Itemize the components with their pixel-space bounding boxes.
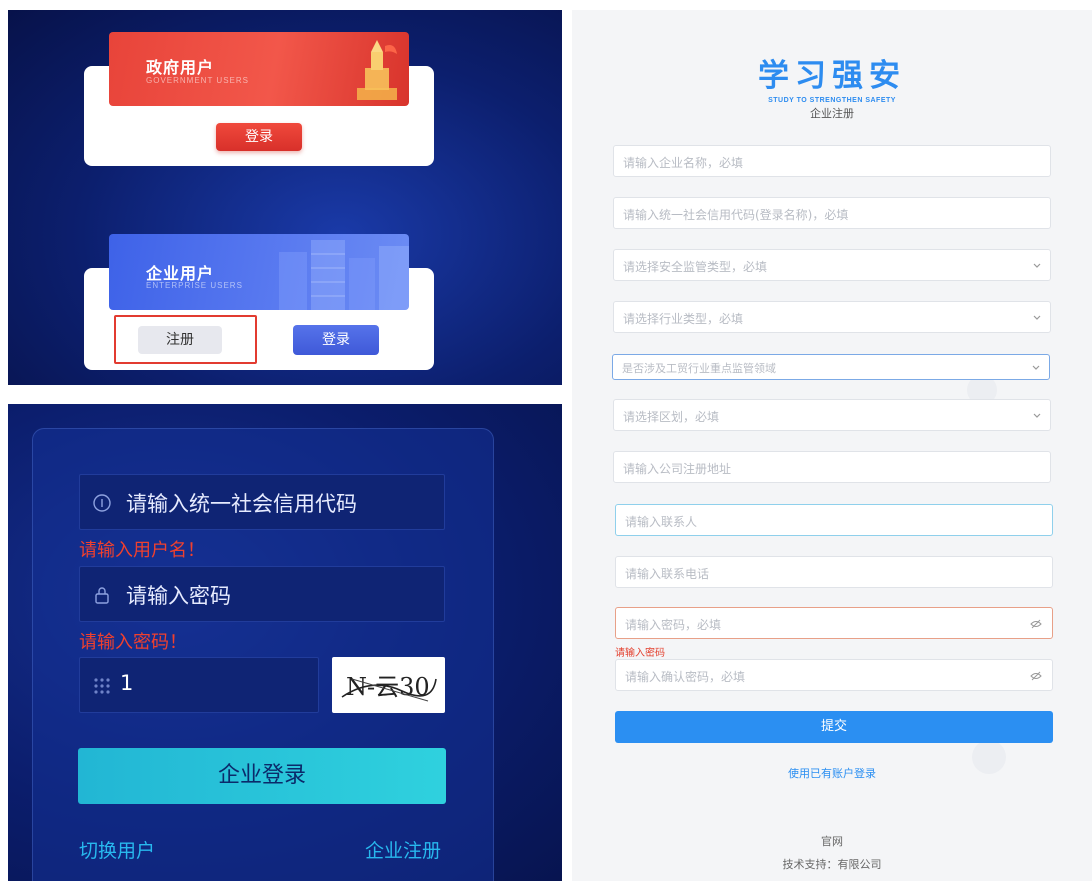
enterprise-login-submit[interactable]: 企业登录 <box>78 748 446 804</box>
registration-panel: 学习强安 STUDY TO STRENGTHEN SAFETY 企业注册 请输入… <box>572 10 1092 881</box>
credit-code-placeholder: 请输入统一社会信用代码 <box>126 492 357 516</box>
supervision-type-placeholder: 请选择安全监管类型，必填 <box>623 260 768 274</box>
phone-placeholder: 请输入联系电话 <box>625 567 710 581</box>
contact-input[interactable]: 请输入联系人 <box>615 504 1053 536</box>
page-subtitle: 企业注册 <box>810 107 854 120</box>
chevron-down-icon <box>1032 365 1040 370</box>
district-select[interactable]: 请选择区划，必填 <box>613 399 1051 431</box>
gov-user-subtitle: GOVERNMENT USERS <box>146 76 249 85</box>
industry-type-select[interactable]: 请选择行业类型，必填 <box>613 301 1051 333</box>
enterprise-login-panel: 请输入统一社会信用代码 请输入用户名！ 请输入密码 请输入密码！ 1 N-云30 <box>8 404 562 881</box>
address-placeholder: 请输入公司注册地址 <box>623 462 732 476</box>
gov-login-button[interactable]: 登录 <box>216 123 302 151</box>
credit-code-field[interactable]: 请输入统一社会信用代码(登录名称)，必填 <box>613 197 1051 229</box>
submit-button[interactable]: 提交 <box>615 711 1053 743</box>
captcha-value: 1 <box>120 671 134 695</box>
key-domain-placeholder: 是否涉及工贸行业重点监管领域 <box>622 362 776 375</box>
gov-user-banner: 政府用户 GOVERNMENT USERS <box>109 32 409 106</box>
password-error: 请输入密码！ <box>79 632 187 653</box>
register-highlight-box <box>114 315 257 364</box>
gov-user-title: 政府用户 <box>146 58 215 77</box>
password-input[interactable]: 请输入密码 <box>79 566 445 622</box>
enterprise-register-link[interactable]: 企业注册 <box>365 836 441 863</box>
district-placeholder: 请选择区划，必填 <box>623 410 720 424</box>
phone-input[interactable]: 请输入联系电话 <box>615 556 1053 588</box>
supervision-type-select[interactable]: 请选择安全监管类型，必填 <box>613 249 1051 281</box>
enterprise-user-subtitle: ENTERPRISE USERS <box>146 281 243 290</box>
switch-user-link[interactable]: 切换用户 <box>79 836 155 863</box>
lock-icon <box>95 587 109 604</box>
monument-icon <box>357 40 397 100</box>
confirm-password-input[interactable]: 请输入确认密码，必填 <box>615 659 1053 691</box>
confirm-password-placeholder: 请输入确认密码，必填 <box>625 670 746 684</box>
key-domain-select[interactable]: 是否涉及工贸行业重点监管领域 <box>612 354 1050 380</box>
company-name-input[interactable]: 请输入企业名称，必填 <box>613 145 1051 177</box>
username-error: 请输入用户名！ <box>79 540 205 561</box>
footer-support: 技术支持：有限公司 <box>782 858 882 871</box>
enterprise-user-banner: 企业用户 ENTERPRISE USERS <box>109 234 409 310</box>
enterprise-login-button[interactable]: 登录 <box>293 325 379 355</box>
brand-subtitle: STUDY TO STRENGTHEN SAFETY <box>768 97 896 104</box>
buildings-icon <box>279 240 409 310</box>
industry-type-placeholder: 请选择行业类型，必填 <box>623 312 744 326</box>
screenshot-collage: 政府用户 GOVERNMENT USERS 登录 企业用户 ENTERPRISE… <box>0 0 1092 881</box>
chevron-down-icon <box>1033 413 1041 418</box>
footer-official-link[interactable]: 官网 <box>572 833 1092 849</box>
credit-code-input[interactable]: 请输入统一社会信用代码 <box>79 474 445 530</box>
id-icon <box>93 494 111 512</box>
brand-logo: 学习强安 STUDY TO STRENGTHEN SAFETY <box>744 50 920 104</box>
address-input[interactable]: 请输入公司注册地址 <box>613 451 1051 483</box>
password-placeholder: 请输入密码 <box>126 584 231 608</box>
captcha-input[interactable]: 1 <box>79 657 319 713</box>
grid-icon <box>94 678 110 694</box>
existing-account-login-link[interactable]: 使用已有账户登录 <box>572 765 1092 781</box>
eye-hidden-icon[interactable] <box>1030 670 1042 682</box>
brand-title: 学习强安 <box>758 58 906 94</box>
captcha-image[interactable]: N-云30 <box>332 657 445 713</box>
eye-hidden-icon[interactable] <box>1030 618 1042 630</box>
company-name-placeholder: 请输入企业名称，必填 <box>623 156 744 170</box>
register-password-input[interactable]: 请输入密码，必填 <box>615 607 1053 639</box>
register-password-error: 请输入密码 <box>615 648 665 659</box>
user-type-panel: 政府用户 GOVERNMENT USERS 登录 企业用户 ENTERPRISE… <box>8 10 562 385</box>
chevron-down-icon <box>1033 315 1041 320</box>
contact-placeholder: 请输入联系人 <box>625 515 698 529</box>
credit-code-field-placeholder: 请输入统一社会信用代码(登录名称)，必填 <box>623 208 849 222</box>
register-password-placeholder: 请输入密码，必填 <box>625 618 722 632</box>
chevron-down-icon <box>1033 263 1041 268</box>
